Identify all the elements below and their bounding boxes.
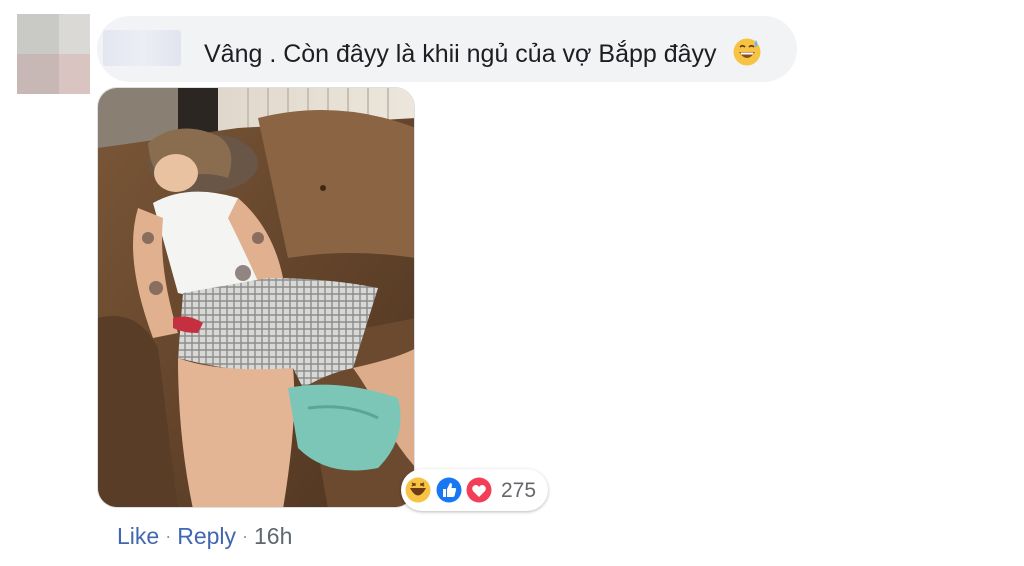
avatar-blur-block [59, 54, 90, 94]
timestamp[interactable]: 16h [254, 523, 292, 549]
love-reaction-icon [465, 476, 493, 504]
photo-attachment[interactable] [97, 87, 415, 508]
grinning-sweat-emoji-icon [733, 38, 760, 66]
reactions-summary[interactable]: 275 [401, 469, 548, 511]
avatar-blur-block [17, 54, 59, 94]
like-reaction-icon [435, 476, 463, 504]
comment-body: Vâng . Còn đâyy là khii ngủ của vợ Bắpp … [204, 40, 717, 68]
like-button[interactable]: Like [117, 523, 159, 549]
avatar-blur-block [59, 14, 90, 54]
commenter-name-redacted[interactable] [103, 30, 181, 66]
comment-bubble: Vâng . Còn đâyy là khii ngủ của vợ Bắpp … [97, 16, 797, 82]
separator-dot: · [242, 526, 249, 546]
reaction-count: 275 [501, 479, 537, 502]
comment-actions: Like · Reply · 16h [117, 521, 292, 551]
reply-button[interactable]: Reply [177, 523, 236, 549]
comment-text: Vâng . Còn đâyy là khii ngủ của vợ Bắpp … [204, 37, 762, 69]
sleeping-person-photo [98, 88, 414, 507]
haha-reaction-icon [404, 476, 432, 504]
avatar[interactable] [17, 14, 90, 94]
avatar-blur-block [17, 14, 59, 54]
separator-dot: · [165, 526, 172, 546]
